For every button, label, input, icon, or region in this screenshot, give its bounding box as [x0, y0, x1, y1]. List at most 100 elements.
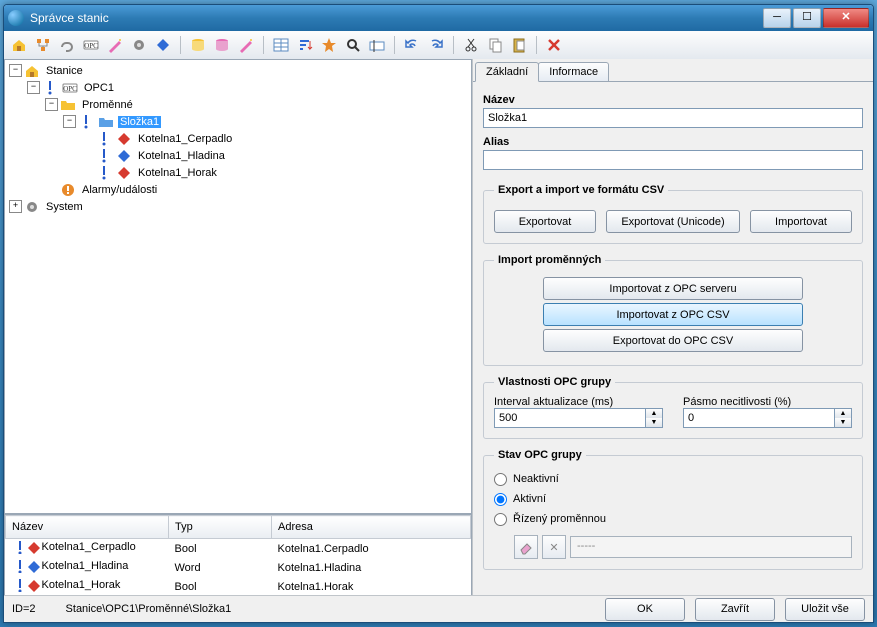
- interval-label: Interval aktualizace (ms): [494, 396, 663, 408]
- titlebar: Správce stanic ─ ☐ ✕: [4, 5, 873, 31]
- list-column-header[interactable]: Typ: [169, 516, 272, 539]
- toolbar: [4, 31, 873, 60]
- tree-expand-icon[interactable]: −: [63, 115, 76, 128]
- export-opc-csv-button[interactable]: Exportovat do OPC CSV: [543, 329, 803, 352]
- tree-item[interactable]: −OPC1: [5, 79, 471, 96]
- diamond-red-icon: [116, 132, 132, 146]
- minimize-button[interactable]: ─: [763, 8, 791, 28]
- toolbar-opc-icon[interactable]: [82, 36, 100, 54]
- toolbar-sort-icon[interactable]: [296, 36, 314, 54]
- alias-input[interactable]: [483, 150, 863, 170]
- toolbar-paste-icon[interactable]: [510, 36, 528, 54]
- window-title: Správce stanic: [30, 11, 763, 25]
- alarm-icon: [60, 183, 76, 197]
- toolbar-copy-icon[interactable]: [486, 36, 504, 54]
- tree-item[interactable]: Kotelna1_Hladina: [5, 147, 471, 164]
- toolbar-find-icon[interactable]: [344, 36, 362, 54]
- toolbar-undo-icon[interactable]: [403, 36, 421, 54]
- table-row[interactable]: Kotelna1_HorakBoolKotelna1.Horak: [6, 577, 471, 596]
- var-display: -----: [570, 536, 852, 558]
- toolbar-gear-icon[interactable]: [130, 36, 148, 54]
- mark-icon: [96, 166, 112, 180]
- mark-icon: [96, 132, 112, 146]
- table-row[interactable]: Kotelna1_CerpadloBoolKotelna1.Cerpadlo: [6, 539, 471, 559]
- tree-item[interactable]: −Proměnné: [5, 96, 471, 113]
- mark-icon: [12, 578, 24, 592]
- mark-icon: [96, 149, 112, 163]
- diamond-blue-icon: [26, 559, 40, 573]
- diamond-red-icon: [116, 166, 132, 180]
- var-clear-button[interactable]: [514, 535, 538, 559]
- import-opc-csv-button[interactable]: Importovat z OPC CSV: [543, 303, 803, 326]
- folder-icon: [60, 98, 76, 112]
- import-button[interactable]: Importovat: [750, 210, 852, 233]
- state-inactive-radio[interactable]: Neaktivní: [494, 469, 852, 489]
- export-button[interactable]: Exportovat: [494, 210, 596, 233]
- statusbar: ID=2 Stanice\OPC1\Proměnné\Složka1 OK Za…: [4, 595, 873, 622]
- diamond-red-icon: [26, 540, 40, 554]
- tab-základní[interactable]: Základní: [475, 62, 539, 82]
- ok-button[interactable]: OK: [605, 598, 685, 621]
- toolbar-new-station-icon[interactable]: [10, 36, 28, 54]
- tabs: ZákladníInformace: [473, 59, 873, 82]
- tree-expand-icon[interactable]: +: [9, 200, 22, 213]
- tree-item[interactable]: −Stanice: [5, 62, 471, 79]
- gear-icon: [24, 200, 40, 214]
- var-delete-button[interactable]: ✕: [542, 535, 566, 559]
- tree-item[interactable]: Kotelna1_Cerpadlo: [5, 130, 471, 147]
- opc-group-props-legend: Vlastnosti OPC grupy: [494, 376, 615, 388]
- toolbar-star-icon[interactable]: [320, 36, 338, 54]
- list-column-header[interactable]: Adresa: [272, 516, 471, 539]
- toolbar-db-yellow-icon[interactable]: [189, 36, 207, 54]
- toolbar-rename-icon[interactable]: [368, 36, 386, 54]
- state-variable-radio[interactable]: Řízený proměnnou: [494, 509, 852, 529]
- tree-item[interactable]: +System: [5, 198, 471, 215]
- toolbar-link-icon[interactable]: [58, 36, 76, 54]
- diamond-blue-icon: [116, 149, 132, 163]
- mark-icon: [42, 81, 58, 95]
- house-icon: [24, 64, 40, 78]
- mark-icon: [78, 115, 94, 129]
- state-active-radio[interactable]: Aktivní: [494, 489, 852, 509]
- import-vars-legend: Import proměnných: [494, 254, 605, 266]
- variable-list[interactable]: NázevTypAdresa Kotelna1_CerpadloBoolKote…: [4, 514, 472, 596]
- toolbar-db-icon[interactable]: [213, 36, 231, 54]
- close-window-button[interactable]: ✕: [823, 8, 869, 28]
- toolbar-magic-icon[interactable]: [106, 36, 124, 54]
- name-input[interactable]: [483, 108, 863, 128]
- tree-view[interactable]: −Stanice−OPC1−Proměnné−Složka1Kotelna1_C…: [4, 59, 472, 514]
- tree-item[interactable]: Alarmy/události: [5, 181, 471, 198]
- toolbar-grid-icon[interactable]: [272, 36, 290, 54]
- save-all-button[interactable]: Uložit vše: [785, 598, 865, 621]
- status-path: Stanice\OPC1\Proměnné\Složka1: [66, 603, 232, 615]
- table-row[interactable]: Kotelna1_HladinaWordKotelna1.Hladina: [6, 558, 471, 577]
- app-icon: [8, 10, 24, 26]
- toolbar-redo-icon[interactable]: [427, 36, 445, 54]
- mark-icon: [12, 559, 24, 573]
- tree-item[interactable]: −Složka1: [5, 113, 471, 130]
- toolbar-delete-icon[interactable]: [545, 36, 563, 54]
- tree-expand-icon[interactable]: −: [45, 98, 58, 111]
- toolbar-structure-icon[interactable]: [34, 36, 52, 54]
- interval-spinner[interactable]: ▲▼: [494, 408, 663, 428]
- alias-label: Alias: [483, 136, 863, 148]
- import-opc-server-button[interactable]: Importovat z OPC serveru: [543, 277, 803, 300]
- close-button[interactable]: Zavřít: [695, 598, 775, 621]
- tree-expand-icon[interactable]: −: [9, 64, 22, 77]
- export-unicode-button[interactable]: Exportovat (Unicode): [606, 210, 740, 233]
- tree-expand-icon[interactable]: −: [27, 81, 40, 94]
- toolbar-wand-icon[interactable]: [237, 36, 255, 54]
- opc-icon: [62, 81, 78, 95]
- opc-group-state-legend: Stav OPC grupy: [494, 449, 586, 461]
- tab-informace[interactable]: Informace: [538, 62, 609, 81]
- deadband-spinner[interactable]: ▲▼: [683, 408, 852, 428]
- diamond-red-icon: [26, 578, 40, 592]
- toolbar-thing-icon[interactable]: [154, 36, 172, 54]
- maximize-button[interactable]: ☐: [793, 8, 821, 28]
- list-column-header[interactable]: Název: [6, 516, 169, 539]
- tree-item[interactable]: Kotelna1_Horak: [5, 164, 471, 181]
- name-label: Název: [483, 94, 863, 106]
- toolbar-cut-icon[interactable]: [462, 36, 480, 54]
- deadband-label: Pásmo necitlivosti (%): [683, 396, 852, 408]
- folder-blue-icon: [98, 115, 114, 129]
